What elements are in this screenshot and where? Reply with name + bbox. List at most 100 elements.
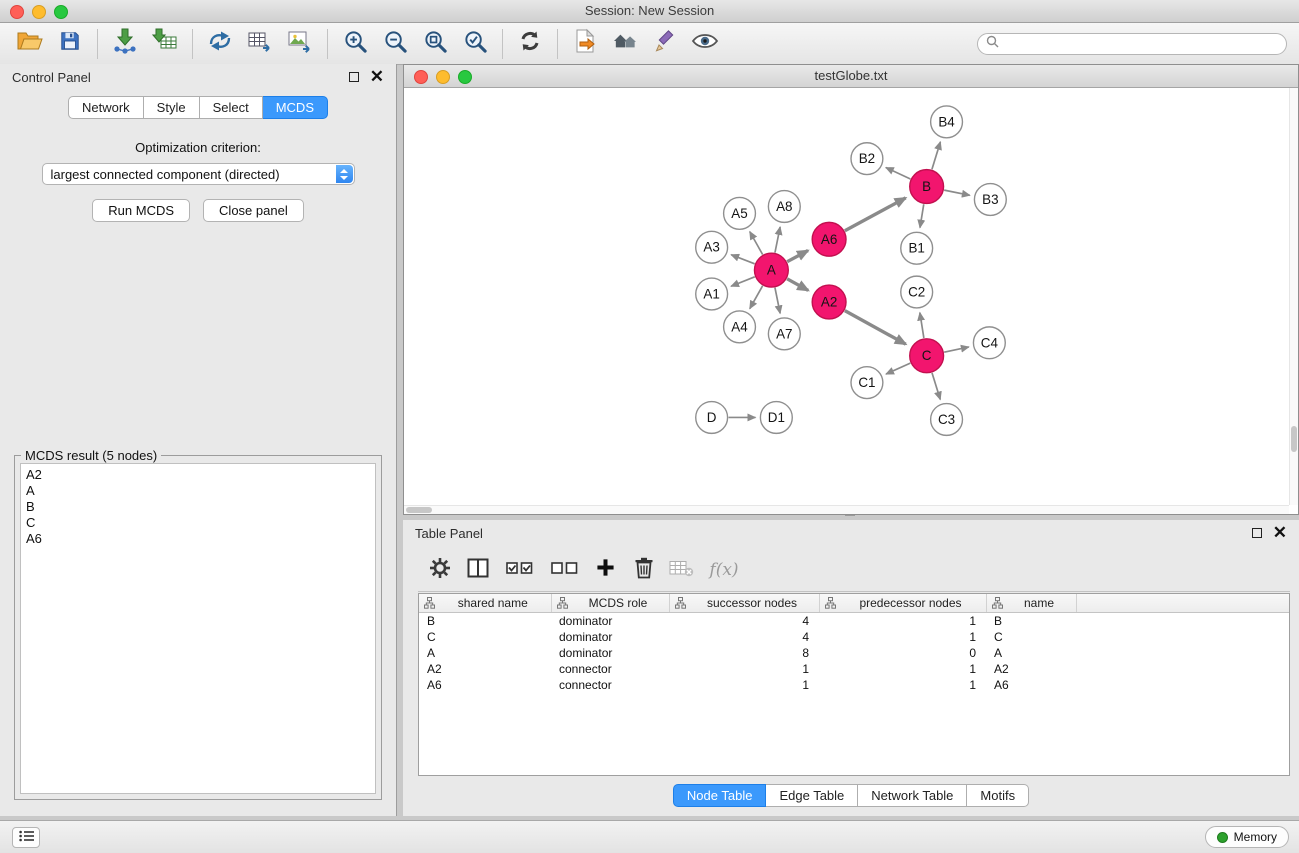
cell-shared-name[interactable]: A6 (419, 677, 551, 693)
dropdown-stepper-icon[interactable] (336, 165, 353, 183)
node-C4[interactable]: C4 (973, 327, 1005, 359)
maximize-window-button[interactable] (54, 5, 68, 19)
cell-predecessor-nodes[interactable]: 1 (819, 613, 986, 630)
edge-A-A7[interactable] (775, 288, 780, 314)
create-column-button[interactable] (590, 554, 621, 586)
open-document-button[interactable] (565, 26, 605, 62)
node-A6[interactable]: A6 (812, 222, 846, 256)
show-columns-button[interactable] (462, 554, 493, 586)
table-row[interactable]: A6connector11A6 (419, 677, 1289, 693)
import-table-button[interactable] (145, 26, 185, 62)
edge-B-B3[interactable] (944, 190, 970, 195)
node-B4[interactable]: B4 (931, 106, 963, 138)
node-C3[interactable]: C3 (931, 404, 963, 436)
edge-A-A1[interactable] (731, 277, 755, 286)
tab-motifs[interactable]: Motifs (967, 784, 1029, 807)
column-header-mcds-role[interactable]: MCDS role (551, 594, 669, 613)
search-box[interactable] (977, 33, 1287, 55)
node-B1[interactable]: B1 (901, 232, 933, 264)
close-table-panel-icon[interactable]: ✕ (1273, 528, 1287, 538)
mcds-result-item[interactable]: A2 (26, 467, 370, 483)
node-A2[interactable]: A2 (812, 285, 846, 319)
cell-mcds-role[interactable]: dominator (551, 645, 669, 661)
cell-successor-nodes[interactable]: 4 (669, 613, 819, 630)
tab-network[interactable]: Network (68, 96, 144, 119)
mcds-result-item[interactable]: C (26, 515, 370, 531)
table-row[interactable]: Adominator80A (419, 645, 1289, 661)
delete-table-button[interactable] (666, 554, 697, 586)
node-D[interactable]: D (696, 402, 728, 434)
node-B[interactable]: B (910, 170, 944, 204)
node-D1[interactable]: D1 (760, 402, 792, 434)
edge-A-A4[interactable] (750, 286, 763, 309)
cell-shared-name[interactable]: B (419, 613, 551, 630)
network-graph[interactable]: B4B2BB3A5A8A6A3AB1A1A2C2A4A7C4CC1DD1C3 (404, 88, 1298, 514)
show-graphics-details-button[interactable] (685, 26, 725, 62)
cell-mcds-role[interactable]: connector (551, 661, 669, 677)
run-mcds-button[interactable]: Run MCDS (92, 199, 190, 222)
network-close-button[interactable] (414, 70, 428, 84)
float-table-panel-icon[interactable] (1252, 528, 1262, 538)
close-panel-button[interactable]: Close panel (203, 199, 304, 222)
tab-mcds[interactable]: MCDS (263, 96, 328, 119)
function-builder-button[interactable]: f(x) (704, 554, 744, 586)
style-wand-button[interactable] (645, 26, 685, 62)
cell-successor-nodes[interactable]: 1 (669, 661, 819, 677)
node-C2[interactable]: C2 (901, 276, 933, 308)
optimization-dropdown[interactable]: largest connected component (directed) (42, 163, 355, 185)
column-header-predecessor-nodes[interactable]: predecessor nodes (819, 594, 986, 613)
cell-shared-name[interactable]: A (419, 645, 551, 661)
node-A8[interactable]: A8 (768, 191, 800, 223)
cell-name[interactable]: A (986, 645, 1076, 661)
tab-node-table[interactable]: Node Table (673, 784, 767, 807)
cell-name[interactable]: B (986, 613, 1076, 630)
minimize-window-button[interactable] (32, 5, 46, 19)
select-all-columns-button[interactable] (500, 554, 538, 586)
edge-A6-B[interactable] (845, 198, 906, 231)
edge-A-A5[interactable] (750, 232, 763, 255)
table-row[interactable]: Cdominator41C (419, 629, 1289, 645)
edge-C-C3[interactable] (932, 373, 940, 400)
node-B3[interactable]: B3 (974, 184, 1006, 216)
edge-C-C1[interactable] (886, 363, 910, 374)
cell-successor-nodes[interactable]: 4 (669, 629, 819, 645)
cell-name[interactable]: C (986, 629, 1076, 645)
mcds-result-list[interactable]: A2ABCA6 (20, 463, 376, 794)
tab-style[interactable]: Style (144, 96, 200, 119)
column-header-shared-name[interactable]: shared name (419, 594, 551, 613)
edge-A-A3[interactable] (731, 255, 754, 264)
export-table-button[interactable] (240, 26, 280, 62)
memory-button[interactable]: Memory (1205, 826, 1289, 848)
cell-mcds-role[interactable]: connector (551, 677, 669, 693)
cell-shared-name[interactable]: C (419, 629, 551, 645)
cell-predecessor-nodes[interactable]: 1 (819, 661, 986, 677)
cell-predecessor-nodes[interactable]: 1 (819, 629, 986, 645)
tab-select[interactable]: Select (200, 96, 263, 119)
tab-edge-table[interactable]: Edge Table (766, 784, 858, 807)
cell-shared-name[interactable]: A2 (419, 661, 551, 677)
node-A[interactable]: A (754, 253, 788, 287)
mcds-result-item[interactable]: B (26, 499, 370, 515)
column-header-name[interactable]: name (986, 594, 1076, 613)
zoom-out-button[interactable] (375, 26, 415, 62)
edge-A-A8[interactable] (775, 227, 780, 253)
cell-successor-nodes[interactable]: 8 (669, 645, 819, 661)
vertical-scrollbar-thumb[interactable] (1291, 426, 1297, 452)
export-image-button[interactable] (280, 26, 320, 62)
cell-name[interactable]: A6 (986, 677, 1076, 693)
cell-successor-nodes[interactable]: 1 (669, 677, 819, 693)
edge-B-B4[interactable] (932, 142, 940, 170)
node-A1[interactable]: A1 (696, 278, 728, 310)
edge-C-C2[interactable] (920, 313, 924, 338)
horizontal-scrollbar[interactable] (404, 505, 1289, 514)
mcds-result-item[interactable]: A6 (26, 531, 370, 547)
edge-A-A2[interactable] (787, 279, 808, 291)
network-canvas[interactable]: B4B2BB3A5A8A6A3AB1A1A2C2A4A7C4CC1DD1C3 (404, 88, 1298, 514)
share-network-button[interactable] (200, 26, 240, 62)
close-window-button[interactable] (10, 5, 24, 19)
delete-column-button[interactable] (628, 554, 659, 586)
node-A3[interactable]: A3 (696, 231, 728, 263)
edge-C-C4[interactable] (944, 347, 969, 352)
save-session-button[interactable] (50, 26, 90, 62)
cell-mcds-role[interactable]: dominator (551, 629, 669, 645)
